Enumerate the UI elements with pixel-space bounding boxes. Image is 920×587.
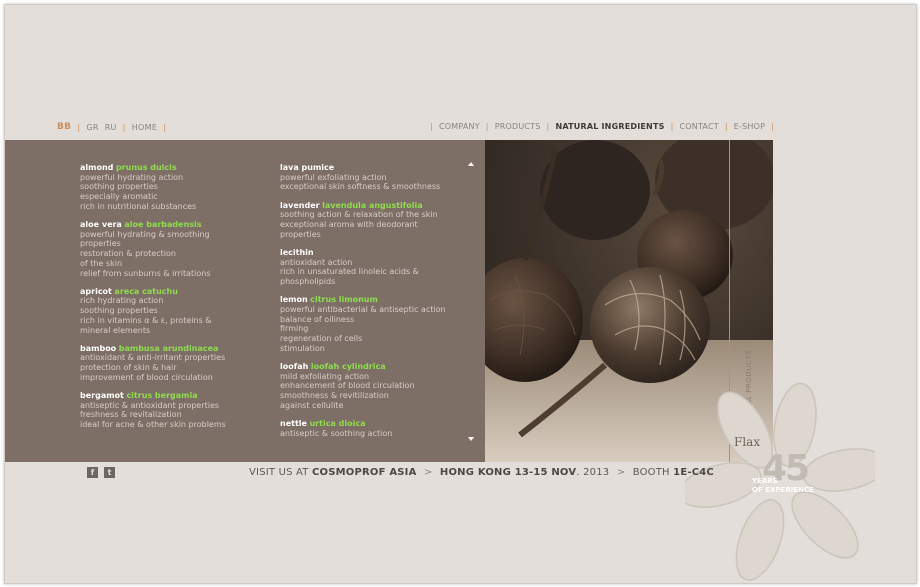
nav-company[interactable]: COMPANY (439, 122, 480, 131)
scroll-up-icon[interactable] (468, 162, 474, 166)
ingredient-name: bamboo (80, 343, 117, 353)
ingredient-latin-name: areca catuchu (114, 286, 178, 296)
ingredient-description: against cellulite (280, 400, 344, 410)
ingredient-description: soothing action & relaxation of the skin (280, 210, 438, 220)
ingredient-description: phospholipids (280, 277, 336, 287)
ingredient-name: aloe vera (80, 220, 122, 230)
ingredient-description: properties (80, 239, 121, 249)
ingredient-description: balance of oiliness (280, 314, 355, 324)
language-nav: BB | GR RU | HOME | (57, 122, 167, 132)
lang-ru-link[interactable]: RU (105, 123, 117, 132)
ingredient-description: exceptional skin softness & smoothness (280, 182, 441, 192)
ingredients-column-1: almond prunus dulcis powerful hydrating a… (80, 163, 260, 438)
ingredient-entry: lava pumice powerful exfoliating action ex… (280, 163, 455, 192)
ingredient-entry: lecithin antioxidant action rich in unsatu… (280, 248, 455, 287)
ingredient-description: restoration & protection (80, 249, 176, 259)
ingredient-latin-name: loofah cylindrica (310, 361, 386, 371)
ingredient-name: lemon (280, 295, 308, 305)
ingredient-description: stimulation (280, 343, 325, 353)
ingredient-description: enhancement of blood circulation (280, 381, 415, 391)
ingredient-description: antioxidant action (280, 257, 353, 267)
ingredient-description: antiseptic & soothing action (280, 428, 393, 438)
facebook-icon[interactable]: f (87, 467, 98, 478)
ingredient-latin-name: bambusa arundinacea (118, 343, 219, 353)
main-nav: | COMPANY | PRODUCTS | NATURAL INGREDIEN… (430, 122, 774, 131)
ingredient-description: relief from sunburns & irritations (80, 268, 211, 278)
ingredient-entry: apricot areca catuchu rich hydrating acti… (80, 287, 260, 336)
ingredient-entry: loofah loofah cylindrica mild exfoliating… (280, 362, 455, 411)
ingredient-description: soothing properties (80, 306, 158, 316)
ingredient-latin-name: citrus bergamia (126, 391, 198, 401)
ingredient-entry: lemon citrus limonum powerful antibacteri… (280, 295, 455, 353)
nav-contact[interactable]: CONTACT (679, 122, 718, 131)
ingredient-latin-name: lavendula angustifolia (322, 200, 423, 210)
ingredient-description: properties (280, 229, 321, 239)
ingredient-description: rich in unsaturated linoleic acids & (280, 267, 419, 277)
ingredient-description: rich hydrating action (80, 296, 164, 306)
ingredient-description: exceptional aroma with deodorant (280, 220, 418, 230)
ingredient-description: ideal for acne & other skin problems (80, 420, 226, 430)
ingredient-description: mild exfoliating action (280, 371, 370, 381)
ingredient-name: bergamot (80, 391, 124, 401)
ingredient-description: mineral elements (80, 325, 151, 335)
ingredient-description: powerful hydrating & smoothing (80, 229, 210, 239)
twitter-icon[interactable]: t (104, 467, 115, 478)
ingredient-description: antiseptic & antioxidant properties (80, 400, 220, 410)
social-links: f t (87, 467, 115, 478)
nav-products[interactable]: PRODUCTS (495, 122, 541, 131)
ingredients-column-2: lava pumice powerful exfoliating action ex… (280, 163, 455, 447)
ingredient-description: regeneration of cells (280, 334, 363, 344)
flax-logo[interactable]: Flax (734, 435, 760, 449)
ingredient-latin-name: citrus limonum (310, 295, 378, 305)
ingredient-name: apricot (80, 286, 112, 296)
ingredient-entry: aloe vera aloe barbadensis powerful hydra… (80, 220, 260, 278)
ingredient-name: almond (80, 163, 114, 172)
logo[interactable]: BB (57, 122, 71, 132)
lang-gr-link[interactable]: GR (86, 123, 98, 132)
ingredient-description: freshness & revitalization (80, 410, 182, 420)
ingredient-latin-name: urtica dioica (309, 418, 366, 428)
event-banner: VISIT US AT COSMOPROF ASIA > HONG KONG 1… (249, 467, 714, 478)
ingredient-description: powerful antibacterial & antiseptic acti… (280, 304, 446, 314)
nav-natural-ingredients[interactable]: NATURAL INGREDIENTS (555, 122, 664, 131)
ingredient-entry: bergamot citrus bergamia antiseptic & ant… (80, 391, 260, 430)
ingredients-panel[interactable]: almond prunus dulcis powerful hydrating a… (5, 140, 485, 462)
page-frame: BB | GR RU | HOME | | COMPANY | PRODUCTS… (4, 4, 917, 584)
scroll-down-icon[interactable] (468, 437, 474, 441)
ingredient-description: improvement of blood circulation (80, 372, 213, 382)
ingredient-description: soothing properties (80, 182, 158, 192)
ingredient-description: of the skin (80, 258, 123, 268)
ingredient-description: powerful exfoliating action (280, 172, 387, 182)
ingredient-latin-name: aloe barbadensis (124, 220, 202, 230)
ingredient-name: nettle (280, 418, 307, 428)
ingredient-name: lecithin (280, 247, 314, 257)
ingredient-description: antioxidant & anti-irritant properties (80, 353, 226, 363)
ingredient-entry: nettle urtica dioica antiseptic & soothin… (280, 419, 455, 438)
home-link[interactable]: HOME (132, 123, 157, 132)
ingredient-latin-name: prunus dulcis (115, 163, 177, 172)
ingredient-entry: bamboo bambusa arundinacea antioxidant & … (80, 344, 260, 383)
badge-text: YEARS OF EXPERIENCE (752, 477, 814, 494)
ingredient-description: rich in nutritional substances (80, 201, 197, 211)
ingredient-description: rich in vitamins α & ε, proteins & (80, 315, 212, 325)
ingredient-description: firming (280, 324, 309, 334)
ingredient-name: lava pumice (280, 163, 335, 172)
ingredient-entry: almond prunus dulcis powerful hydrating a… (80, 163, 260, 212)
ingredient-entry: lavender lavendula angustifolia soothing … (280, 201, 455, 240)
ingredient-description: smoothness & revitilization (280, 391, 389, 401)
nav-eshop[interactable]: E-SHOP (734, 122, 765, 131)
ingredient-description: especially aromatic (80, 192, 158, 202)
ingredient-description: powerful hydrating action (80, 172, 184, 182)
ingredient-name: loofah (280, 361, 309, 371)
ingredient-description: protection of skin & hair (80, 363, 177, 373)
ingredient-name: lavender (280, 200, 320, 210)
